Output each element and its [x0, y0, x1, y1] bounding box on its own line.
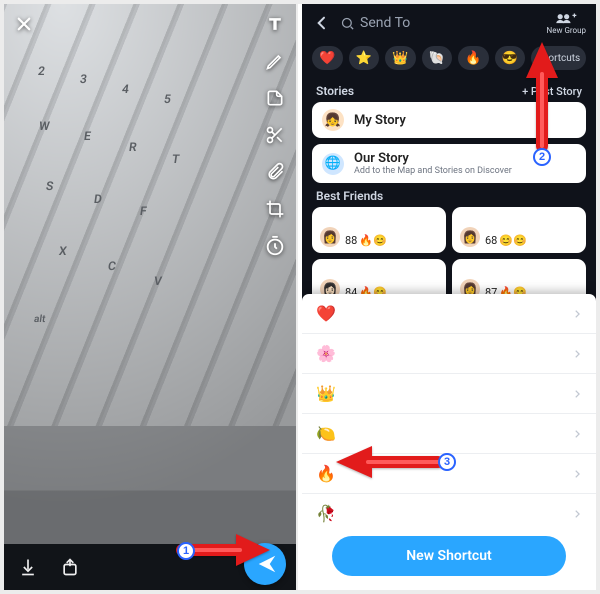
shortcut-pill-row: ❤️ ⭐ 👑 🐚 🔥 😎 Shortcuts: [302, 42, 596, 78]
save-icon[interactable]: [16, 555, 40, 579]
new-shortcut-label: New Shortcut: [406, 548, 491, 564]
shortcut-pill[interactable]: 🐚: [422, 46, 453, 70]
close-icon[interactable]: [12, 12, 36, 36]
bitmoji-icon: 👩: [460, 227, 480, 247]
attachment-icon[interactable]: [263, 160, 287, 184]
shortcut-row[interactable]: 🌸: [302, 334, 596, 374]
bitmoji-icon: 👧: [322, 109, 344, 131]
friend-cell[interactable]: 👩 68😊😊: [452, 207, 586, 253]
send-button[interactable]: [244, 543, 286, 585]
best-friends-title: Best Friends: [316, 189, 383, 203]
best-friends-header: Best Friends: [302, 183, 596, 207]
search-input[interactable]: Send To: [340, 12, 539, 34]
story-card-our-story[interactable]: 🌐 Our Story Add to the Map and Stories o…: [312, 144, 586, 183]
send-to-header: Send To New Group: [302, 4, 596, 42]
editor-tool-rail: [261, 12, 289, 258]
emoji-icon: 🍋: [316, 424, 336, 443]
shortcut-row[interactable]: 🔥: [302, 454, 596, 494]
shortcut-row[interactable]: 👑: [302, 374, 596, 414]
chevron-right-icon: [572, 467, 582, 481]
back-icon[interactable]: [312, 13, 332, 33]
post-story-button[interactable]: + Post Story: [522, 85, 582, 98]
stories-title: Stories: [316, 84, 354, 98]
emoji-icon: 🔥: [316, 464, 336, 483]
search-placeholder: Send To: [360, 15, 410, 31]
text-tool-icon[interactable]: [263, 12, 287, 36]
stories-header: Stories + Post Story: [302, 78, 596, 102]
new-shortcut-button[interactable]: New Shortcut: [332, 536, 566, 576]
friend-cell[interactable]: 👩 88🔥😊: [312, 207, 446, 253]
left-phone-snap-editor: 2 3 4 5 W E R T S D F X C V alt: [4, 4, 298, 590]
emoji-icon: 🥀: [316, 504, 336, 523]
friend-streak: 68😊😊: [485, 234, 527, 247]
right-phone-send-to: Send To New Group ❤️ ⭐ 👑 🐚 🔥 😎 Shortcuts…: [302, 4, 596, 590]
story-card-my-story[interactable]: 👧 My Story: [312, 102, 586, 138]
bitmoji-icon: 👩: [320, 227, 340, 247]
crop-icon[interactable]: [263, 197, 287, 221]
story-title: Our Story: [354, 151, 512, 166]
chevron-right-icon: [572, 347, 582, 361]
chevron-right-icon: [572, 387, 582, 401]
friend-streak: 88🔥😊: [345, 234, 387, 247]
send-to-screen: Send To New Group ❤️ ⭐ 👑 🐚 🔥 😎 Shortcuts…: [302, 4, 596, 590]
chevron-right-icon: [572, 427, 582, 441]
shortcuts-pill[interactable]: Shortcuts: [531, 46, 586, 70]
shortcut-row[interactable]: 🥀: [302, 494, 596, 526]
chevron-right-icon: [572, 507, 582, 521]
pencil-icon[interactable]: [263, 49, 287, 73]
new-group-button[interactable]: New Group: [547, 11, 587, 35]
emoji-icon: 🌸: [316, 344, 336, 363]
shortcut-row[interactable]: ❤️: [302, 294, 596, 334]
sticker-icon[interactable]: [263, 86, 287, 110]
emoji-icon: ❤️: [316, 304, 336, 323]
shortcut-sheet-list: ❤️ 🌸 👑: [302, 294, 596, 526]
stories-list: 👧 My Story 🌐 Our Story Add to the Map an…: [302, 102, 596, 183]
shortcut-bottom-sheet: ❤️ 🌸 👑: [302, 294, 596, 590]
snap-photo: 2 3 4 5 W E R T S D F X C V alt: [4, 4, 296, 590]
shortcut-pill[interactable]: ❤️: [312, 46, 343, 70]
shortcut-pill[interactable]: ⭐: [349, 46, 380, 70]
shortcut-row[interactable]: 🍋: [302, 414, 596, 454]
timer-icon[interactable]: [263, 234, 287, 258]
scissors-icon[interactable]: [263, 123, 287, 147]
globe-icon: 🌐: [322, 153, 344, 175]
export-icon[interactable]: [58, 555, 82, 579]
chevron-right-icon: [572, 307, 582, 321]
story-subtitle: Add to the Map and Stories on Discover: [354, 166, 512, 176]
shortcut-pill[interactable]: 😎: [495, 46, 526, 70]
new-group-label: New Group: [547, 26, 587, 35]
emoji-icon: 👑: [316, 384, 336, 403]
shortcut-pill[interactable]: 🔥: [458, 46, 489, 70]
shortcut-pill[interactable]: 👑: [385, 46, 416, 70]
story-title: My Story: [354, 113, 406, 128]
